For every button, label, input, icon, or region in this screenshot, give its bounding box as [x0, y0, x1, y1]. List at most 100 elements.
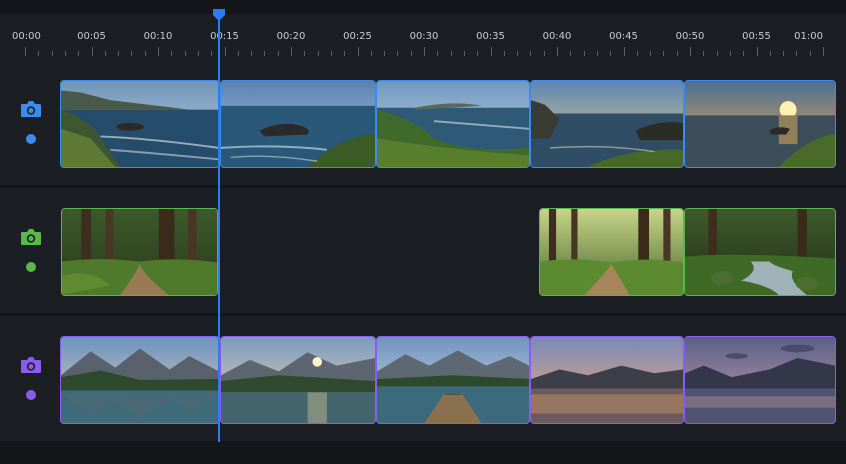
ruler-tick	[463, 51, 465, 56]
clip-thumbnail	[685, 337, 835, 423]
camera-icon[interactable]	[20, 100, 42, 118]
clip-green-headland[interactable]	[376, 80, 530, 168]
clip-thumbnail	[540, 209, 683, 295]
clip-thumbnail	[62, 209, 217, 295]
ruler-tick	[91, 47, 93, 56]
ruler-tick	[211, 51, 213, 56]
ruler-label: 00:35	[476, 31, 505, 42]
ruler-tick	[357, 47, 359, 56]
ruler-tick	[78, 51, 80, 56]
clip-mountain-sunburst-lake[interactable]	[220, 336, 376, 424]
ruler-label: 00:40	[542, 31, 572, 42]
ruler-tick	[530, 51, 532, 56]
ruler-tick	[317, 51, 319, 56]
track-header	[0, 316, 60, 441]
ruler-tick	[370, 51, 372, 56]
ruler-tick	[583, 51, 585, 56]
clip-sunset-sea[interactable]	[684, 80, 836, 168]
ruler-tick	[344, 51, 346, 56]
ruler-tick	[690, 47, 691, 56]
timeline-ruler[interactable]: 00:00 00:05 00:10 00:15 00:20 00:25 00:30 00:35…	[0, 14, 846, 60]
ruler-tick	[596, 51, 598, 56]
clip-forest-creek[interactable]	[684, 208, 836, 296]
ruler-tick	[38, 51, 40, 56]
playhead-handle[interactable]	[212, 9, 226, 21]
ruler-tick	[650, 51, 652, 56]
playhead[interactable]	[218, 14, 220, 442]
clip-mountain-lake[interactable]	[60, 336, 220, 424]
clip-thumbnail	[685, 209, 835, 295]
ruler-tick	[184, 51, 186, 56]
ruler-label: 00:45	[609, 31, 638, 42]
clip-sunlit-forest-path[interactable]	[539, 208, 684, 296]
clip-thumbnail	[61, 81, 219, 167]
ruler-tick	[756, 47, 758, 56]
ruler-tick	[490, 47, 492, 56]
clip-thumbnail	[61, 337, 219, 423]
ruler-label: 00:00	[12, 31, 41, 42]
ruler-label: 00:20	[276, 31, 306, 42]
ruler-tick	[623, 47, 625, 56]
ruler-tick	[264, 51, 266, 56]
ruler-tick	[437, 51, 439, 56]
clip-thumbnail	[221, 337, 375, 423]
clip-forest-path[interactable]	[61, 208, 218, 296]
ruler-tick	[557, 47, 558, 56]
track-coastal	[0, 60, 846, 185]
track-color-dot	[26, 134, 36, 144]
ruler-tick	[25, 47, 26, 56]
clip-ocean-rocks[interactable]	[220, 80, 376, 168]
clip-thumbnail	[221, 81, 375, 167]
clip-thumbnail	[377, 81, 529, 167]
ruler-label: 00:15	[210, 31, 239, 42]
ruler-tick	[304, 51, 306, 56]
ruler-tick	[291, 47, 292, 56]
ruler-tick	[729, 51, 731, 56]
ruler-tick	[517, 51, 519, 56]
ruler-tick	[636, 51, 638, 56]
ruler-tick	[131, 51, 133, 56]
ruler-label: 00:30	[409, 31, 439, 42]
ruler-label: 00:25	[343, 31, 372, 42]
track-color-dot	[26, 262, 36, 272]
ruler-label: 00:05	[77, 31, 106, 42]
ruler-tick	[330, 51, 332, 56]
ruler-label: 00:50	[675, 31, 705, 42]
ruler-tick	[503, 51, 505, 56]
ruler-tick	[224, 47, 226, 56]
ruler-tick	[769, 51, 771, 56]
ruler-tick	[64, 51, 66, 56]
clip-dusk-lake[interactable]	[530, 336, 684, 424]
ruler-tick	[543, 51, 545, 56]
ruler-tick	[104, 51, 106, 56]
camera-icon[interactable]	[20, 356, 42, 374]
ruler-tick	[158, 47, 159, 56]
ruler-tick	[716, 51, 718, 56]
ruler-tick	[809, 51, 811, 56]
ruler-tick	[676, 51, 678, 56]
clip-sunset-rocks[interactable]	[530, 80, 684, 168]
clip-thumbnail	[531, 81, 683, 167]
ruler-tick	[450, 51, 452, 56]
ruler-tick	[118, 51, 120, 56]
ruler-tick	[410, 51, 412, 56]
ruler-tick	[703, 51, 705, 56]
ruler-tick	[277, 51, 279, 56]
clip-thumbnail	[377, 337, 529, 423]
ruler-label: 00:10	[143, 31, 173, 42]
clip-lake-dock[interactable]	[376, 336, 530, 424]
ruler-tick	[144, 51, 146, 56]
ruler-tick	[570, 51, 572, 56]
clip-coastal-cliffs[interactable]	[60, 80, 220, 168]
ruler-tick	[237, 51, 239, 56]
ruler-tick	[823, 47, 824, 56]
ruler-tick	[477, 51, 479, 56]
clip-twilight-lake[interactable]	[684, 336, 836, 424]
ruler-tick	[783, 51, 785, 56]
camera-icon[interactable]	[20, 228, 42, 246]
clip-thumbnail	[685, 81, 835, 167]
track-forest	[0, 188, 846, 313]
track-header	[0, 188, 60, 313]
ruler-tick	[610, 51, 612, 56]
track-color-dot	[26, 390, 36, 400]
